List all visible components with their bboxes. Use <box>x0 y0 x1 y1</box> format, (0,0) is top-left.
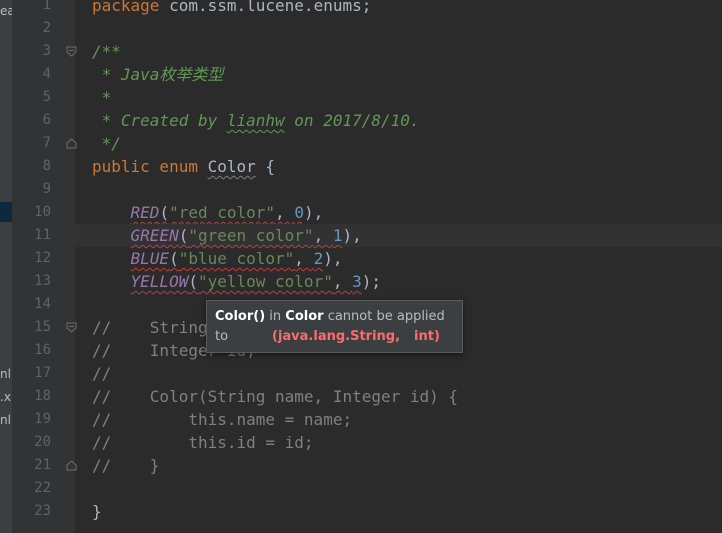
code-text: ), <box>323 249 343 268</box>
line-number: 19 <box>34 411 51 427</box>
code-line: */ <box>92 134 121 153</box>
code-line: YELLOW("yellow color", 3); <box>130 272 381 291</box>
enum-name: Color <box>207 157 256 176</box>
line-number: 2 <box>42 20 51 36</box>
code-line: package com.ssm.lucene.enums; <box>92 0 371 17</box>
line-number: 16 <box>34 342 51 358</box>
tooltip-arg: int <box>414 329 434 344</box>
code-line-current: GREEN("green color", 1), <box>75 224 722 247</box>
sidebar-selection <box>0 202 12 222</box>
number-literal: 3 <box>352 272 362 291</box>
sidebar-fragment[interactable]: nl <box>0 367 12 381</box>
line-number: 14 <box>34 296 51 312</box>
error-tooltip: Color() in Color cannot be applied to (j… <box>206 300 463 353</box>
line-number: 21 <box>34 457 51 473</box>
editor-gutter: 1 2 3 4 5 6 7 8 9 10 11 12 13 14 15 16 1… <box>13 0 75 533</box>
line-number: 12 <box>34 250 51 266</box>
code-editor[interactable]: package com.ssm.lucene.enums; /** * Java… <box>75 0 722 533</box>
code-text: { <box>255 157 276 176</box>
number-literal: 0 <box>294 203 304 222</box>
tooltip-text: cannot be applied <box>323 309 445 324</box>
line-number: 20 <box>34 434 51 450</box>
tooltip-text: to <box>215 329 229 344</box>
code-text: ), <box>342 226 362 245</box>
enum-constant: YELLOW <box>130 272 189 291</box>
line-number: 8 <box>42 158 51 174</box>
code-text: ), <box>303 203 324 222</box>
line-number: 3 <box>42 43 51 59</box>
comment-text: on 2017/8/10. <box>284 111 420 130</box>
string-literal: "blue color" <box>178 249 295 268</box>
line-number: 13 <box>34 273 51 289</box>
tooltip-method: Color() <box>215 309 266 324</box>
code-line: // } <box>92 456 160 475</box>
line-number: 6 <box>42 112 51 128</box>
code-line: } <box>92 502 102 521</box>
tooltip-arg: java.lang.String, <box>277 329 401 344</box>
line-number: 10 <box>34 204 51 220</box>
code-text: ); <box>361 272 381 291</box>
code-line: BLUE("blue color", 2), <box>130 249 343 268</box>
code-text: com.ssm.lucene.enums; <box>159 0 372 15</box>
fold-marker-icon[interactable] <box>66 460 77 471</box>
line-number: 17 <box>34 365 51 381</box>
string-literal: "green color" <box>188 226 314 245</box>
fold-marker-icon[interactable] <box>66 46 77 57</box>
code-line: // Color(String name, Integer id) { <box>92 387 459 406</box>
enum-constant: RED <box>130 203 160 222</box>
tooltip-line-1: Color() in Color cannot be applied <box>215 307 454 327</box>
code-line: // this.name = name; <box>92 410 353 429</box>
line-number: 11 <box>34 227 51 243</box>
code-line: RED("red color", 0), <box>130 203 324 222</box>
sidebar-fragment[interactable]: .xr <box>0 390 12 404</box>
line-number: 7 <box>42 135 51 151</box>
keyword: package <box>92 0 160 15</box>
tooltip-text: in <box>265 309 286 324</box>
code-line: * Java枚举类型 <box>92 65 224 84</box>
line-number: 1 <box>42 0 51 13</box>
sidebar-fragment[interactable]: nl <box>0 413 12 427</box>
number-literal: 2 <box>313 249 324 268</box>
string-literal: "red color" <box>169 203 276 222</box>
tooltip-class: Color <box>285 309 324 324</box>
author-name: lianhw <box>226 111 285 130</box>
tooltip-line-2: to (java.lang.String, int) <box>215 327 454 347</box>
fold-marker-icon[interactable] <box>66 322 77 333</box>
line-number: 4 <box>42 66 51 82</box>
code-line: // this.id = id; <box>92 433 314 452</box>
string-literal: "yellow color" <box>197 272 333 291</box>
line-number: 5 <box>42 89 51 105</box>
line-number: 23 <box>34 503 51 519</box>
fold-marker-icon[interactable] <box>66 138 77 149</box>
line-number: 18 <box>34 388 51 404</box>
line-number: 9 <box>42 181 51 197</box>
comment-text: * Created by <box>92 111 227 130</box>
code-line: /** <box>92 42 121 61</box>
project-sidebar: ea nl .xr nl <box>0 0 13 533</box>
code-line: * Created by lianhw on 2017/8/10. <box>92 109 420 132</box>
keyword: public enum <box>92 157 208 176</box>
sidebar-fragment[interactable]: ea <box>0 4 12 18</box>
enum-constant: BLUE <box>130 249 170 268</box>
line-number: 15 <box>34 319 51 335</box>
enum-constant: GREEN <box>130 226 179 245</box>
code-line: // <box>92 364 112 383</box>
code-line: public enum Color { <box>92 155 275 178</box>
code-line: * <box>92 88 112 107</box>
line-number: 22 <box>34 480 51 496</box>
tooltip-paren: ) <box>433 329 440 344</box>
